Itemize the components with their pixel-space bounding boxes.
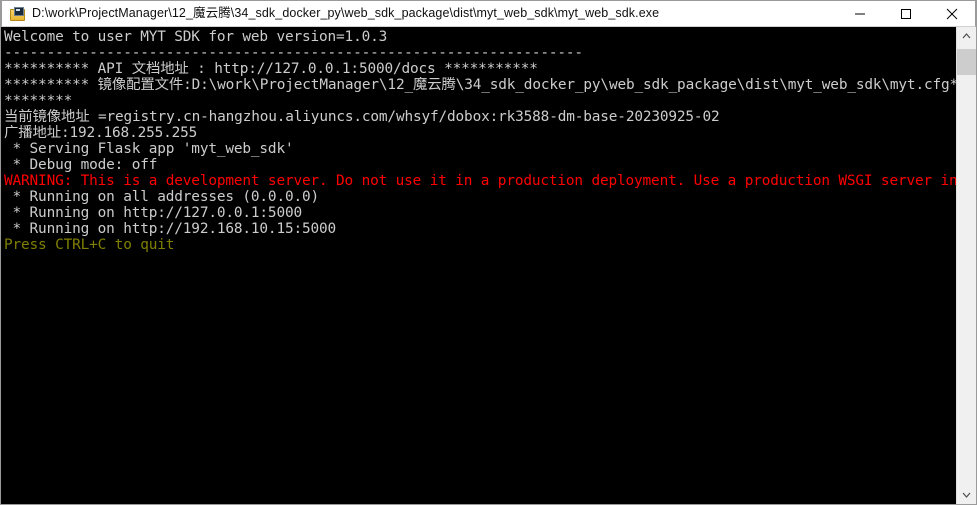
terminal-line: * Debug mode: off bbox=[4, 157, 158, 173]
terminal-line: ******** bbox=[4, 93, 73, 109]
scroll-down-button[interactable] bbox=[957, 486, 976, 504]
close-icon bbox=[946, 8, 958, 19]
terminal-line: ********** 镜像配置文件:D:\work\ProjectManager… bbox=[4, 77, 956, 93]
console-app-icon bbox=[10, 6, 26, 22]
terminal-line: * Serving Flask app 'myt_web_sdk' bbox=[4, 141, 294, 157]
close-button[interactable] bbox=[929, 1, 975, 26]
maximize-button[interactable] bbox=[883, 1, 929, 26]
terminal-line: ----------------------------------------… bbox=[4, 45, 583, 61]
terminal-line: Welcome to user MYT SDK for web version=… bbox=[4, 29, 388, 45]
terminal-text: Welcome to user MYT SDK for web version=… bbox=[4, 29, 956, 504]
vertical-scrollbar[interactable] bbox=[956, 27, 976, 504]
chevron-up-icon bbox=[962, 33, 971, 39]
title-bar[interactable]: D:\work\ProjectManager\12_魔云腾\34_sdk_doc… bbox=[1, 0, 976, 27]
terminal-line: Press CTRL+C to quit bbox=[4, 237, 175, 253]
terminal-line: WARNING: This is a development server. D… bbox=[4, 173, 956, 189]
terminal-line: * Running on all addresses (0.0.0.0) bbox=[4, 189, 320, 205]
terminal-line: 广播地址:192.168.255.255 bbox=[4, 125, 198, 141]
console-window: D:\work\ProjectManager\12_魔云腾\34_sdk_doc… bbox=[0, 0, 977, 505]
terminal-output-area[interactable]: Welcome to user MYT SDK for web version=… bbox=[1, 27, 976, 504]
scroll-up-button[interactable] bbox=[957, 27, 976, 45]
terminal-line: ********** API 文档地址 : http://127.0.0.1:5… bbox=[4, 61, 538, 77]
window-title: D:\work\ProjectManager\12_魔云腾\34_sdk_doc… bbox=[32, 6, 660, 20]
scrollbar-thumb[interactable] bbox=[957, 49, 976, 75]
terminal-line: 当前镜像地址 =registry.cn-hangzhou.aliyuncs.co… bbox=[4, 109, 720, 125]
terminal-line: * Running on http://127.0.0.1:5000 bbox=[4, 205, 303, 221]
maximize-icon bbox=[901, 8, 911, 19]
chevron-down-icon bbox=[962, 492, 971, 498]
terminal-line: * Running on http://192.168.10.15:5000 bbox=[4, 221, 337, 237]
scrollbar-track[interactable] bbox=[957, 45, 976, 486]
minimize-button[interactable] bbox=[837, 1, 883, 26]
minimize-icon bbox=[855, 13, 865, 14]
